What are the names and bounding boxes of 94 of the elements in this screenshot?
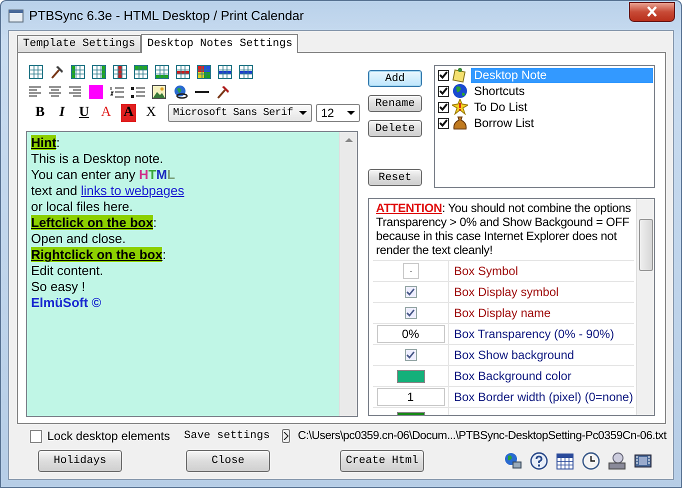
caret-icon — [299, 111, 308, 115]
file-path: C:\Users\pc0359.cn-06\Docum...\PTBSync-DesktopSetting-Pc0359Cn-06.txt — [298, 430, 666, 442]
note-line: Edit content. — [31, 262, 104, 279]
value-field[interactable]: 0% — [376, 325, 444, 343]
tab[interactable]: Desktop Notes Settings — [141, 34, 298, 53]
align-left-icon[interactable] — [29, 86, 42, 98]
table-icon[interactable] — [155, 65, 169, 79]
clear-button[interactable]: X — [140, 104, 162, 122]
checkbox-label[interactable]: Lock desktop elements — [47, 429, 170, 443]
note-line: Open and close. — [31, 230, 127, 247]
font-size-dropdown[interactable]: 12 — [316, 104, 360, 122]
globe-computer-icon[interactable] — [504, 452, 522, 470]
table-icon[interactable] — [239, 65, 253, 79]
font-color-button[interactable]: A — [95, 104, 117, 122]
table-icon[interactable] — [92, 65, 106, 79]
align-right-icon[interactable] — [69, 86, 82, 98]
close-icon[interactable] — [646, 6, 658, 17]
footer-button[interactable]: Close — [186, 450, 270, 472]
color-swatch[interactable] — [396, 370, 424, 382]
property-label: Box Symbol — [454, 264, 518, 278]
scroll-thumb[interactable] — [638, 219, 652, 271]
calendar-icon[interactable] — [556, 452, 574, 470]
value-field[interactable]: 1 — [376, 388, 444, 406]
table-icon[interactable] — [71, 65, 85, 79]
note-line: Leftclick on the box: — [31, 214, 158, 231]
checkbox[interactable] — [404, 349, 416, 361]
table-icon[interactable] — [176, 65, 190, 79]
note-item[interactable]: Shortcuts — [471, 84, 528, 98]
scrollbar[interactable] — [339, 132, 357, 416]
footer-button[interactable]: Holidays — [38, 450, 122, 472]
note-line: ElmüSoft © — [31, 294, 102, 311]
globe-icon[interactable] — [173, 85, 188, 99]
note-icon — [452, 67, 468, 83]
note-button[interactable]: Delete — [368, 120, 422, 137]
horizontal-line-icon[interactable] — [195, 90, 209, 94]
checkbox[interactable] — [438, 102, 449, 112]
attention-text: ATTENTION: You should not combine the options Transparency > 0% and Show Backgound = OFF because in this case Internet Explorer does not render the text cleanly! — [376, 201, 632, 257]
checkbox[interactable] — [438, 86, 449, 96]
italic-button[interactable]: I — [51, 104, 73, 122]
property-label: Box Display symbol — [454, 285, 559, 299]
clock-icon[interactable] — [582, 452, 600, 470]
open-button[interactable] — [282, 429, 290, 443]
star-icon — [452, 99, 468, 115]
table-icon[interactable] — [218, 65, 232, 79]
scrollbar[interactable] — [636, 199, 654, 415]
scroll-up-icon[interactable] — [344, 138, 352, 142]
property-label: Box Transparency (0% - 90%) — [454, 327, 614, 341]
help-icon[interactable] — [530, 452, 548, 470]
align-center-icon[interactable] — [49, 86, 62, 98]
film-icon[interactable] — [634, 452, 652, 470]
back-color-button[interactable]: A — [121, 104, 136, 122]
note-item[interactable]: To Do List — [471, 100, 530, 114]
bullet-list-icon[interactable] — [131, 86, 145, 98]
property-label: Box Border width (pixel) (0=none) — [454, 390, 634, 404]
font-dropdown[interactable]: Microsoft Sans Serif — [168, 104, 312, 122]
bold-button[interactable]: B — [29, 104, 51, 122]
app-icon — [8, 8, 24, 24]
close-button[interactable] — [629, 2, 675, 22]
numbered-list-icon[interactable] — [110, 86, 124, 98]
checkbox[interactable] — [404, 286, 416, 298]
hammer-icon[interactable] — [216, 85, 230, 99]
webpage-link[interactable]: links to webpages — [80, 182, 184, 198]
checkbox[interactable] — [438, 118, 449, 128]
save-settings-label: Save settings — [184, 430, 270, 442]
checkbox[interactable] — [30, 430, 42, 442]
footer-button[interactable]: Create Html — [340, 450, 424, 472]
globe-icon — [452, 83, 468, 99]
hammer-icon[interactable] — [50, 65, 64, 79]
color-square-icon[interactable] — [89, 85, 103, 99]
image-icon[interactable] — [152, 85, 166, 99]
checkbox[interactable] — [438, 70, 449, 80]
note-button[interactable]: Add — [368, 70, 422, 87]
window-title: PTBSync 6.3e - HTML Desktop / Print Calendar — [29, 8, 304, 23]
checkbox[interactable] — [404, 307, 416, 319]
property-label: Box Show background — [454, 348, 574, 362]
note-line: You can enter any HTML — [31, 166, 176, 183]
table-icon[interactable] — [197, 65, 211, 79]
caret-icon — [347, 111, 356, 115]
tab[interactable]: Template Settings — [17, 35, 142, 52]
table-icon[interactable] — [134, 65, 148, 79]
reset-button[interactable]: Reset — [368, 169, 422, 186]
note-button[interactable]: Rename — [368, 95, 422, 112]
underline-button[interactable]: U — [73, 104, 95, 122]
note-line: This is a Desktop note. — [31, 150, 164, 167]
disk-drive-icon[interactable] — [608, 452, 626, 470]
note-item[interactable]: Borrow List — [471, 116, 538, 130]
property-label: Box Display name — [454, 306, 551, 320]
note-line: or local files here. — [31, 198, 134, 215]
property-label: Box Background color — [454, 369, 572, 383]
table-icon[interactable] — [113, 65, 127, 79]
money-bag-icon — [452, 115, 468, 131]
note-line: So easy ! — [31, 278, 86, 295]
table-icon[interactable] — [29, 65, 43, 79]
note-line: text and links to webpages — [31, 182, 186, 199]
